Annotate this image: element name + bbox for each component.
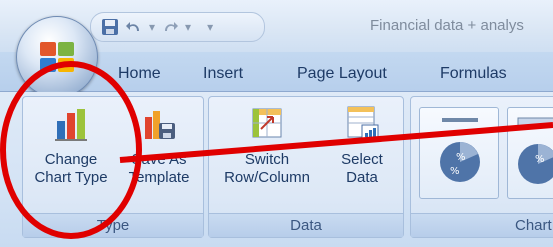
redo-dropdown-icon[interactable]: ▾ <box>185 20 191 34</box>
customize-qat-icon[interactable]: ▾ <box>207 20 213 34</box>
select-data-label-2: Data <box>346 169 378 186</box>
tab-insert[interactable]: Insert <box>203 65 243 83</box>
tab-home[interactable]: Home <box>118 65 161 83</box>
ribbon-panel: Change Chart Type Save As Template Type <box>0 92 553 247</box>
group-type: Change Chart Type Save As Template Type <box>22 96 204 238</box>
undo-icon[interactable] <box>125 18 143 36</box>
redo-icon[interactable] <box>161 18 179 36</box>
group-data: Switch Row/Column Select Data Data <box>208 96 404 238</box>
tab-page-layout[interactable]: Page Layout <box>297 65 387 83</box>
group-type-label: Type <box>23 213 203 237</box>
office-logo-icon <box>40 42 74 72</box>
select-data-label-1: Select <box>341 151 383 168</box>
svg-text:%: % <box>535 154 545 165</box>
save-template-icon <box>145 111 175 139</box>
select-data-icon <box>347 106 379 140</box>
switch-row-column-icon <box>252 108 282 138</box>
undo-dropdown-icon[interactable]: ▾ <box>149 20 155 34</box>
change-chart-type-label-1: Change <box>44 151 98 168</box>
save-as-template-label-2: Template <box>128 169 190 186</box>
change-chart-type-label-2: Chart Type <box>34 169 108 186</box>
change-chart-type-button[interactable]: Change Chart Type <box>27 103 115 187</box>
group-chart-layouts: % % % Chart <box>410 96 553 238</box>
pie-chart-layout-icon: % % <box>440 118 480 182</box>
svg-text:%: % <box>456 152 466 163</box>
save-icon[interactable] <box>101 18 119 36</box>
tab-formulas[interactable]: Formulas <box>440 65 507 83</box>
group-data-label: Data <box>209 213 403 237</box>
save-as-template-label-1: Save As <box>131 151 187 168</box>
bar-chart-icon <box>55 109 87 141</box>
switch-row-column-button[interactable]: Switch Row/Column <box>215 103 319 187</box>
group-chart-layouts-label: Chart <box>411 213 553 237</box>
chart-layout-1-thumbnail[interactable]: % % <box>419 107 499 199</box>
office-button[interactable] <box>16 16 98 98</box>
select-data-button[interactable]: Select Data <box>329 103 395 187</box>
svg-text:%: % <box>450 166 460 177</box>
window-title: Financial data + analys <box>370 17 524 34</box>
switch-row-column-label-1: Switch <box>244 151 290 168</box>
switch-row-column-label-2: Row/Column <box>224 169 310 186</box>
quick-access-toolbar: ▾ ▾ ▾ <box>90 12 265 42</box>
pie-chart-layout-icon-2: % <box>517 117 553 184</box>
chart-layout-2-thumbnail[interactable]: % <box>507 107 553 199</box>
save-as-template-button[interactable]: Save As Template <box>117 103 201 187</box>
